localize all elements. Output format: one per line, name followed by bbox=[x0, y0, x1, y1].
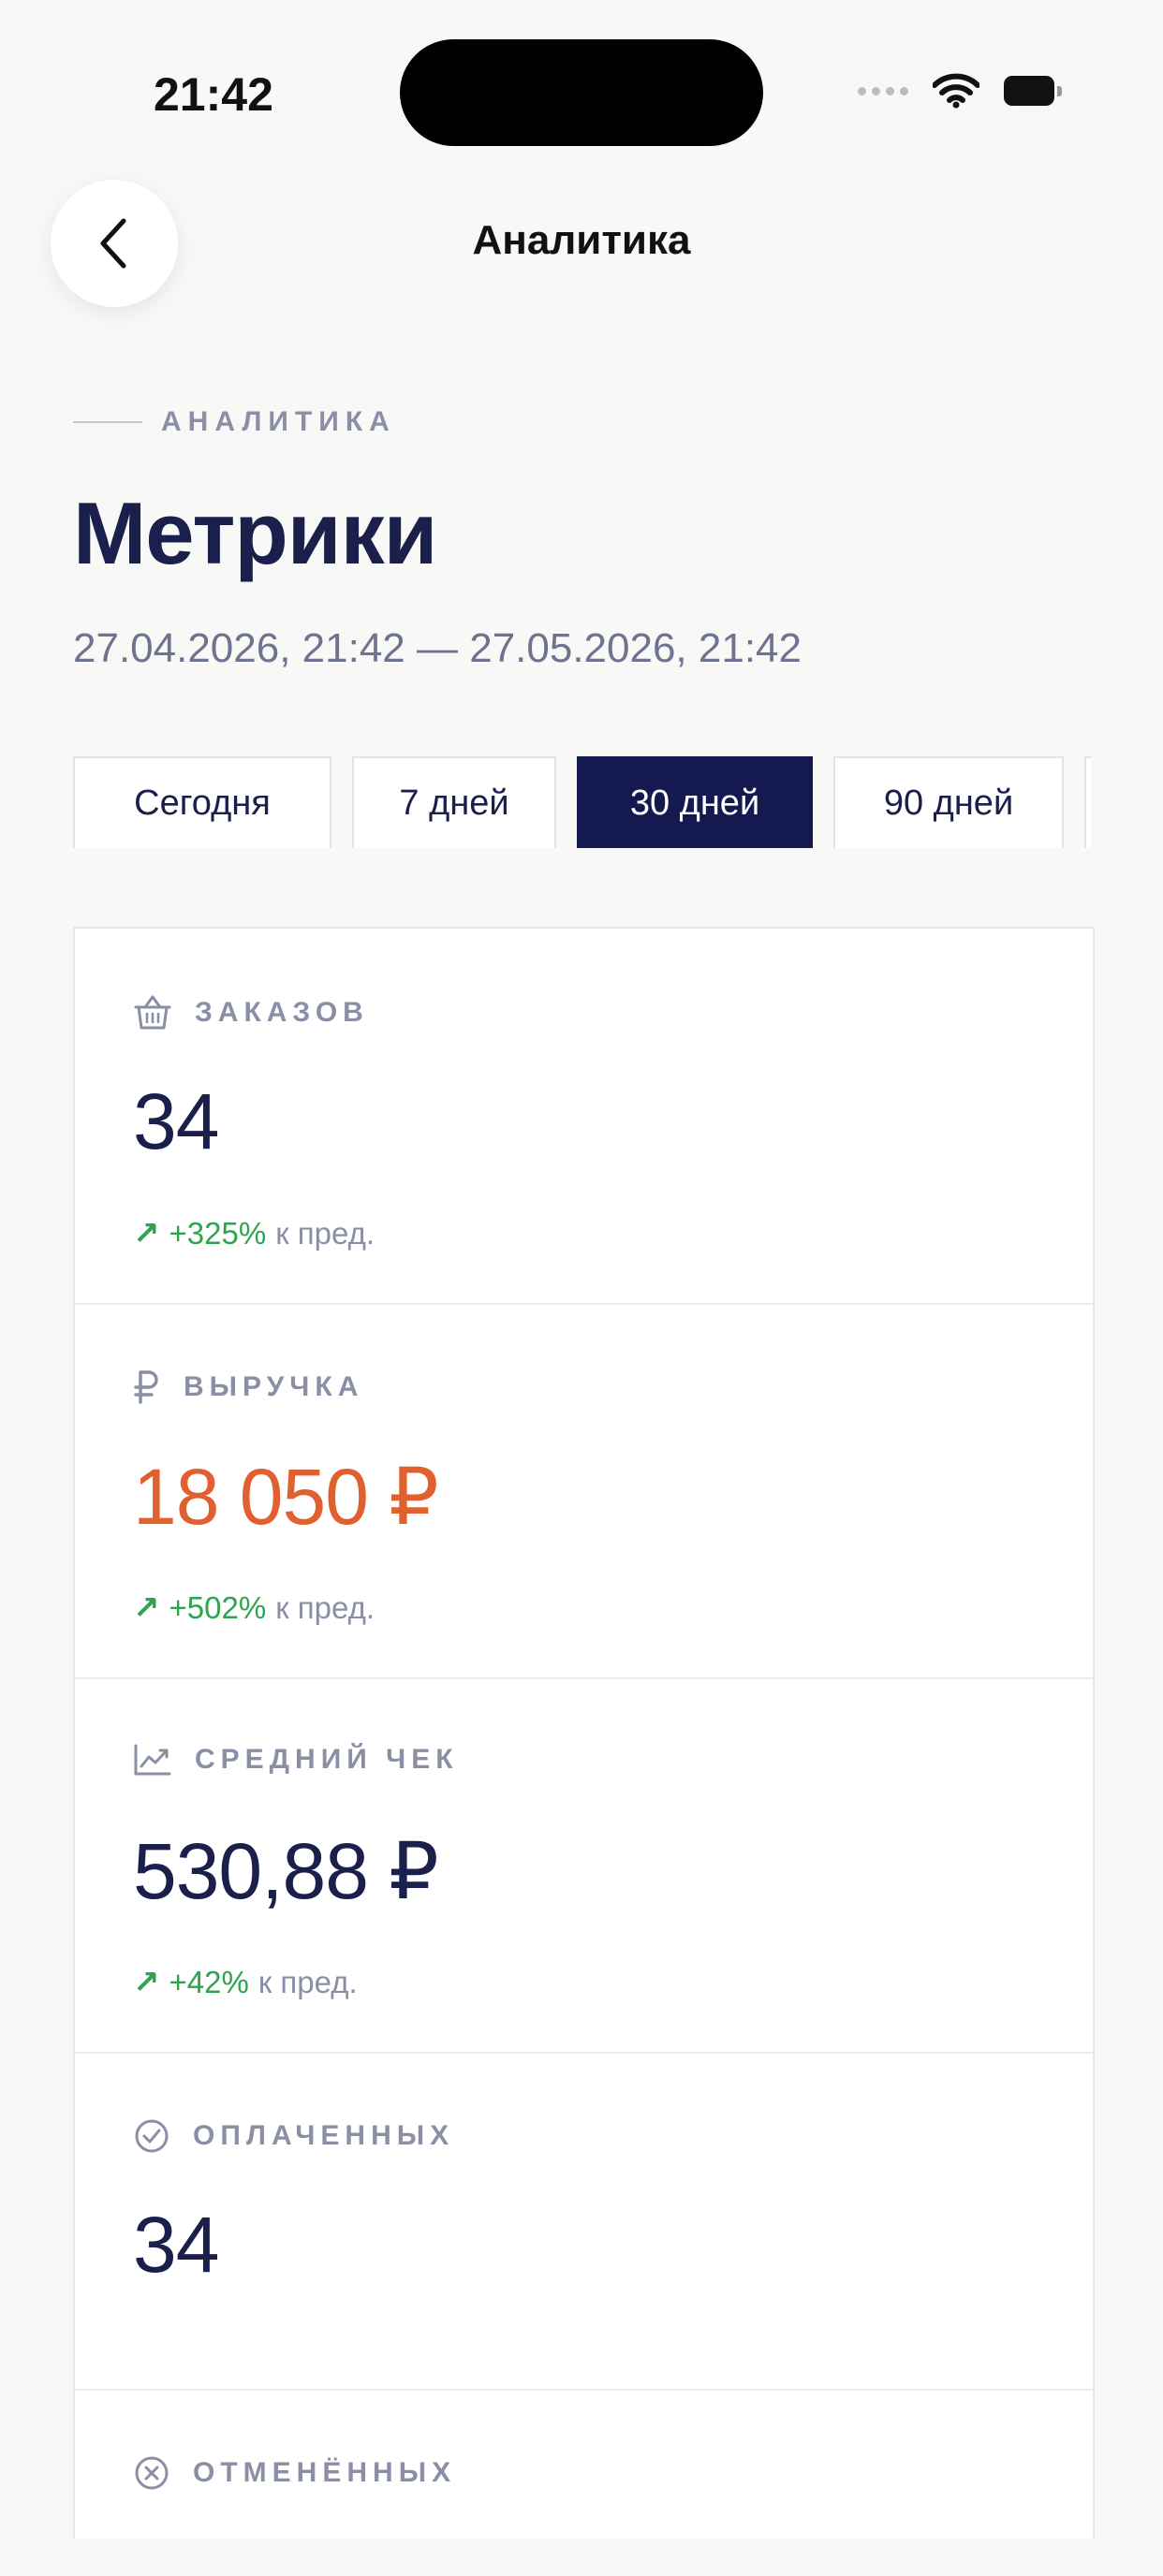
check-circle-icon bbox=[135, 2119, 169, 2153]
metric-card-revenue[interactable]: ВЫРУЧКА 18 050 ₽ ↗ +502% к пред. bbox=[75, 1303, 1093, 1679]
eyebrow-label: АНАЛИТИКА bbox=[161, 406, 396, 437]
status-time: 21:42 bbox=[154, 68, 273, 121]
delta-value: +325% bbox=[169, 1216, 267, 1251]
wifi-icon bbox=[933, 73, 979, 109]
metric-header: СРЕДНИЙ ЧЕК bbox=[133, 1743, 459, 1777]
metric-header: ЗАКАЗОВ bbox=[133, 994, 369, 1032]
metric-header: ОПЛАЧЕННЫХ bbox=[133, 2117, 454, 2155]
page-title: Метрики bbox=[73, 484, 437, 582]
delta-value: +502% bbox=[169, 1590, 267, 1625]
tab-today[interactable]: Сегодня bbox=[73, 756, 331, 848]
metric-card-average-check[interactable]: СРЕДНИЙ ЧЕК 530,88 ₽ ↗ +42% к пред. bbox=[75, 1677, 1093, 2054]
section-eyebrow: АНАЛИТИКА bbox=[73, 406, 396, 438]
metric-label: ОПЛАЧЕННЫХ bbox=[193, 2120, 455, 2151]
signal-dots-icon bbox=[858, 86, 908, 95]
metric-card-orders[interactable]: ЗАКАЗОВ 34 ↗ +325% к пред. bbox=[75, 929, 1093, 1305]
metric-header: ОТМЕНЁННЫХ bbox=[133, 2454, 456, 2492]
metric-value: 18 050 ₽ bbox=[133, 1453, 439, 1541]
tab-90-days[interactable]: 90 дней bbox=[833, 756, 1064, 848]
arrow-up-right-icon: ↗ bbox=[133, 1965, 160, 2000]
tab-7-days[interactable]: 7 дней bbox=[352, 756, 556, 848]
metric-header: ВЫРУЧКА bbox=[133, 1368, 363, 1406]
metric-delta: ↗ +502% к пред. bbox=[133, 1589, 375, 1627]
arrow-up-right-icon: ↗ bbox=[133, 1590, 160, 1626]
status-icons bbox=[858, 73, 1062, 109]
metric-card-paid[interactable]: ОПЛАЧЕННЫХ 34 bbox=[75, 2052, 1093, 2391]
metric-label: ЗАКАЗОВ bbox=[195, 997, 369, 1028]
battery-icon bbox=[1004, 76, 1062, 106]
x-circle-icon bbox=[135, 2456, 169, 2490]
eyebrow-divider bbox=[73, 421, 142, 423]
metric-label: ВЫРУЧКА bbox=[184, 1371, 364, 1402]
metric-value: 34 bbox=[133, 1077, 219, 1165]
metric-card-cancelled[interactable]: ОТМЕНЁННЫХ bbox=[75, 2389, 1093, 2576]
metric-value: 34 bbox=[133, 2201, 219, 2289]
delta-caption: к пред. bbox=[275, 1216, 375, 1251]
date-range: 27.04.2026, 21:42 — 27.05.2026, 21:42 bbox=[73, 625, 802, 671]
delta-caption: к пред. bbox=[275, 1590, 375, 1625]
dynamic-island bbox=[400, 39, 763, 146]
nav-title: Аналитика bbox=[472, 217, 691, 263]
metric-delta: ↗ +325% к пред. bbox=[133, 1215, 375, 1252]
arrow-up-right-icon: ↗ bbox=[133, 1216, 160, 1251]
basket-icon bbox=[134, 995, 171, 1030]
trend-chart-icon bbox=[134, 1744, 171, 1776]
tab-more[interactable] bbox=[1084, 756, 1091, 848]
period-tabs: Сегодня 7 дней 30 дней 90 дней bbox=[73, 756, 1091, 848]
ruble-icon bbox=[134, 1370, 158, 1404]
tab-30-days[interactable]: 30 дней bbox=[577, 756, 813, 848]
metric-label: ОТМЕНЁННЫХ bbox=[193, 2457, 457, 2488]
metric-value: 530,88 ₽ bbox=[133, 1827, 439, 1915]
metrics-list: ЗАКАЗОВ 34 ↗ +325% к пред. ВЫРУЧКА 18 05… bbox=[73, 927, 1095, 2539]
metric-delta: ↗ +42% к пред. bbox=[133, 1964, 358, 2001]
metric-label: СРЕДНИЙ ЧЕК bbox=[195, 1744, 459, 1775]
delta-value: +42% bbox=[169, 1965, 249, 1999]
delta-caption: к пред. bbox=[258, 1965, 358, 1999]
